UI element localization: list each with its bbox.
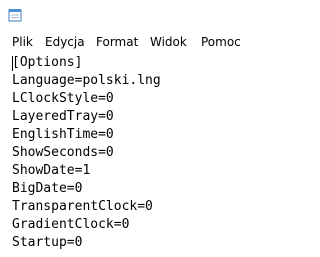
text-line: GradientClock=0	[12, 217, 130, 232]
text-line: ShowSeconds=0	[12, 145, 114, 160]
menu-edit[interactable]: Edycja	[45, 34, 85, 50]
text-line: BigDate=0	[12, 181, 83, 196]
menu-help[interactable]: Pomoc	[201, 34, 241, 50]
text-line: Language=polski.lng	[12, 73, 161, 88]
text-line: EnglishTime=0	[12, 127, 114, 142]
title-bar[interactable]	[0, 0, 246, 32]
menu-bar: Plik Edycja Format Widok Pomoc	[0, 32, 246, 53]
text-line: TransparentClock=0	[12, 199, 153, 214]
text-line: [Options]	[12, 55, 83, 70]
text-line: ShowDate=1	[12, 163, 91, 178]
text-line: LClockStyle=0	[12, 91, 114, 106]
menu-format[interactable]: Format	[96, 34, 138, 50]
text-editor[interactable]: [Options] Language=polski.lng LClockStyl…	[0, 53, 246, 257]
text-line: Startup=0	[12, 235, 83, 250]
notepad-icon	[8, 9, 22, 22]
menu-file[interactable]: Plik	[12, 34, 33, 50]
text-line: LayeredTray=0	[12, 109, 114, 124]
menu-view[interactable]: Widok	[150, 34, 187, 50]
